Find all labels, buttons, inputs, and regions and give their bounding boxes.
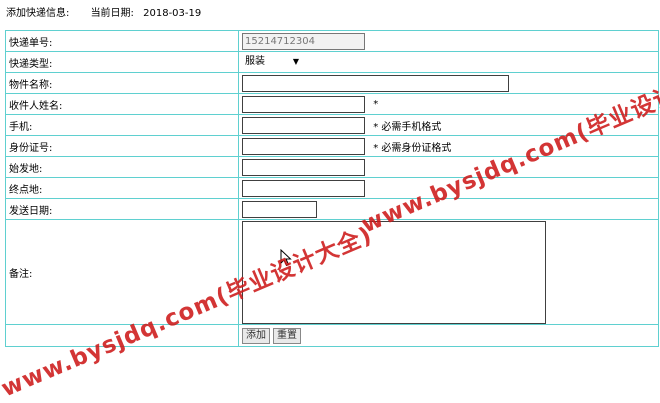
date-label: 当前日期: [90, 8, 134, 19]
item-name-label: 物件名称: [5, 72, 239, 94]
send-date-input[interactable] [242, 200, 317, 218]
item-name-input[interactable] [242, 74, 509, 92]
mouse-cursor-icon [280, 249, 292, 267]
recipient-required-hint: * [373, 98, 379, 110]
send-date-label: 发送日期: [5, 198, 239, 220]
phone-format-hint: * 必需手机格式 [373, 121, 442, 133]
phone-input[interactable] [242, 116, 365, 134]
dropdown-arrow-icon: ▼ [292, 57, 299, 66]
id-card-input[interactable] [242, 137, 365, 155]
reset-button[interactable]: 重置 [273, 327, 301, 344]
destination-label: 终点地: [5, 177, 239, 199]
add-button[interactable]: 添加 [242, 327, 270, 344]
recipient-input[interactable] [242, 95, 365, 113]
date-value: 2018-03-19 [143, 8, 202, 19]
form-title: 添加快递信息: [6, 8, 70, 19]
tracking-no-input[interactable] [242, 32, 365, 50]
origin-input[interactable] [242, 158, 365, 176]
id-card-label: 身份证号: [5, 135, 239, 157]
note-label: 备注: [5, 219, 239, 325]
note-textarea[interactable] [242, 220, 546, 324]
type-select-value: 服装 [245, 56, 265, 67]
id-card-format-hint: * 必需身份证格式 [373, 142, 452, 154]
recipient-label: 收件人姓名: [5, 93, 239, 115]
type-select[interactable]: 服装 ▼ [242, 55, 301, 69]
destination-input[interactable] [242, 179, 365, 197]
origin-label: 始发地: [5, 156, 239, 178]
page-header: 添加快递信息: 当前日期: 2018-03-19 [6, 7, 201, 21]
tracking-no-label: 快递单号: [5, 30, 239, 52]
phone-label: 手机: [5, 114, 239, 136]
express-form-table: 快递单号: 快递类型: 服装 ▼ 物件名称: 收件人姓名: * 手机: * 必需… [5, 30, 659, 347]
type-label: 快递类型: [5, 51, 239, 73]
